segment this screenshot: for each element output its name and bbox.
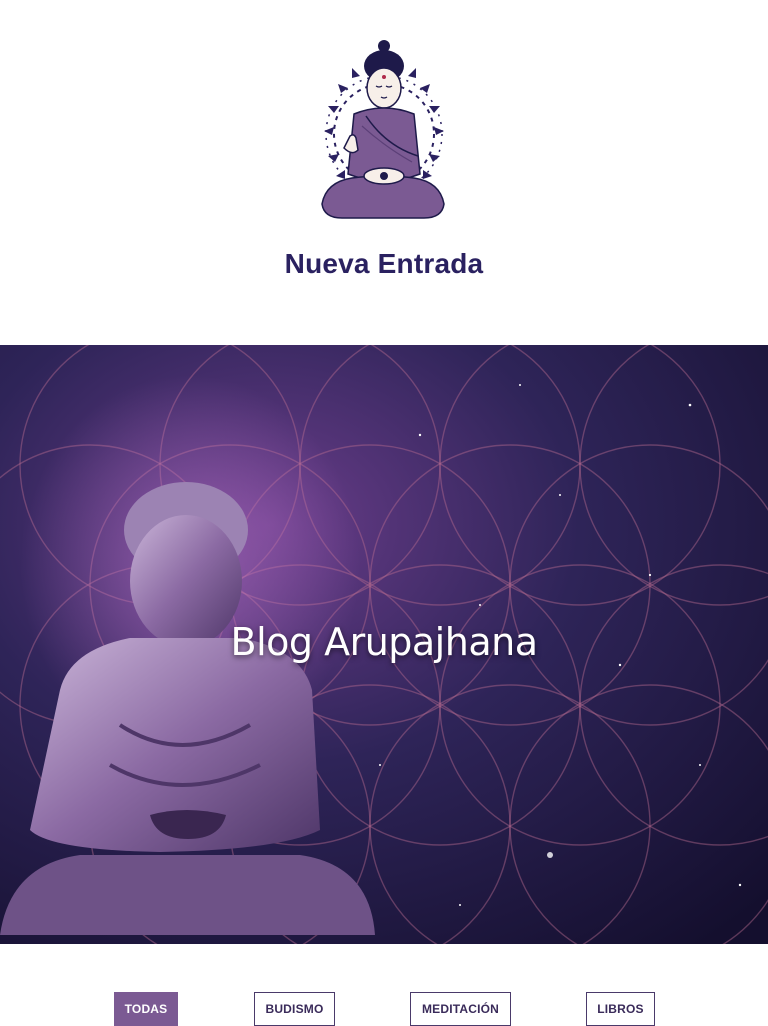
site-header: Nueva Entrada xyxy=(0,0,768,345)
filter-budismo-button[interactable]: BUDISMO xyxy=(254,992,335,1026)
filter-libros-button[interactable]: LIBROS xyxy=(586,992,655,1026)
filter-todas-button[interactable]: TODAS xyxy=(114,992,178,1026)
meditating-buddha-icon[interactable] xyxy=(306,36,462,226)
category-filters: TODAS BUDISMO MEDITACIÓN LIBROS xyxy=(0,944,768,1026)
filter-meditacion-button[interactable]: MEDITACIÓN xyxy=(410,992,511,1026)
site-title-link[interactable]: Nueva Entrada xyxy=(0,248,768,280)
hero-title: Blog Arupajhana xyxy=(230,620,538,664)
